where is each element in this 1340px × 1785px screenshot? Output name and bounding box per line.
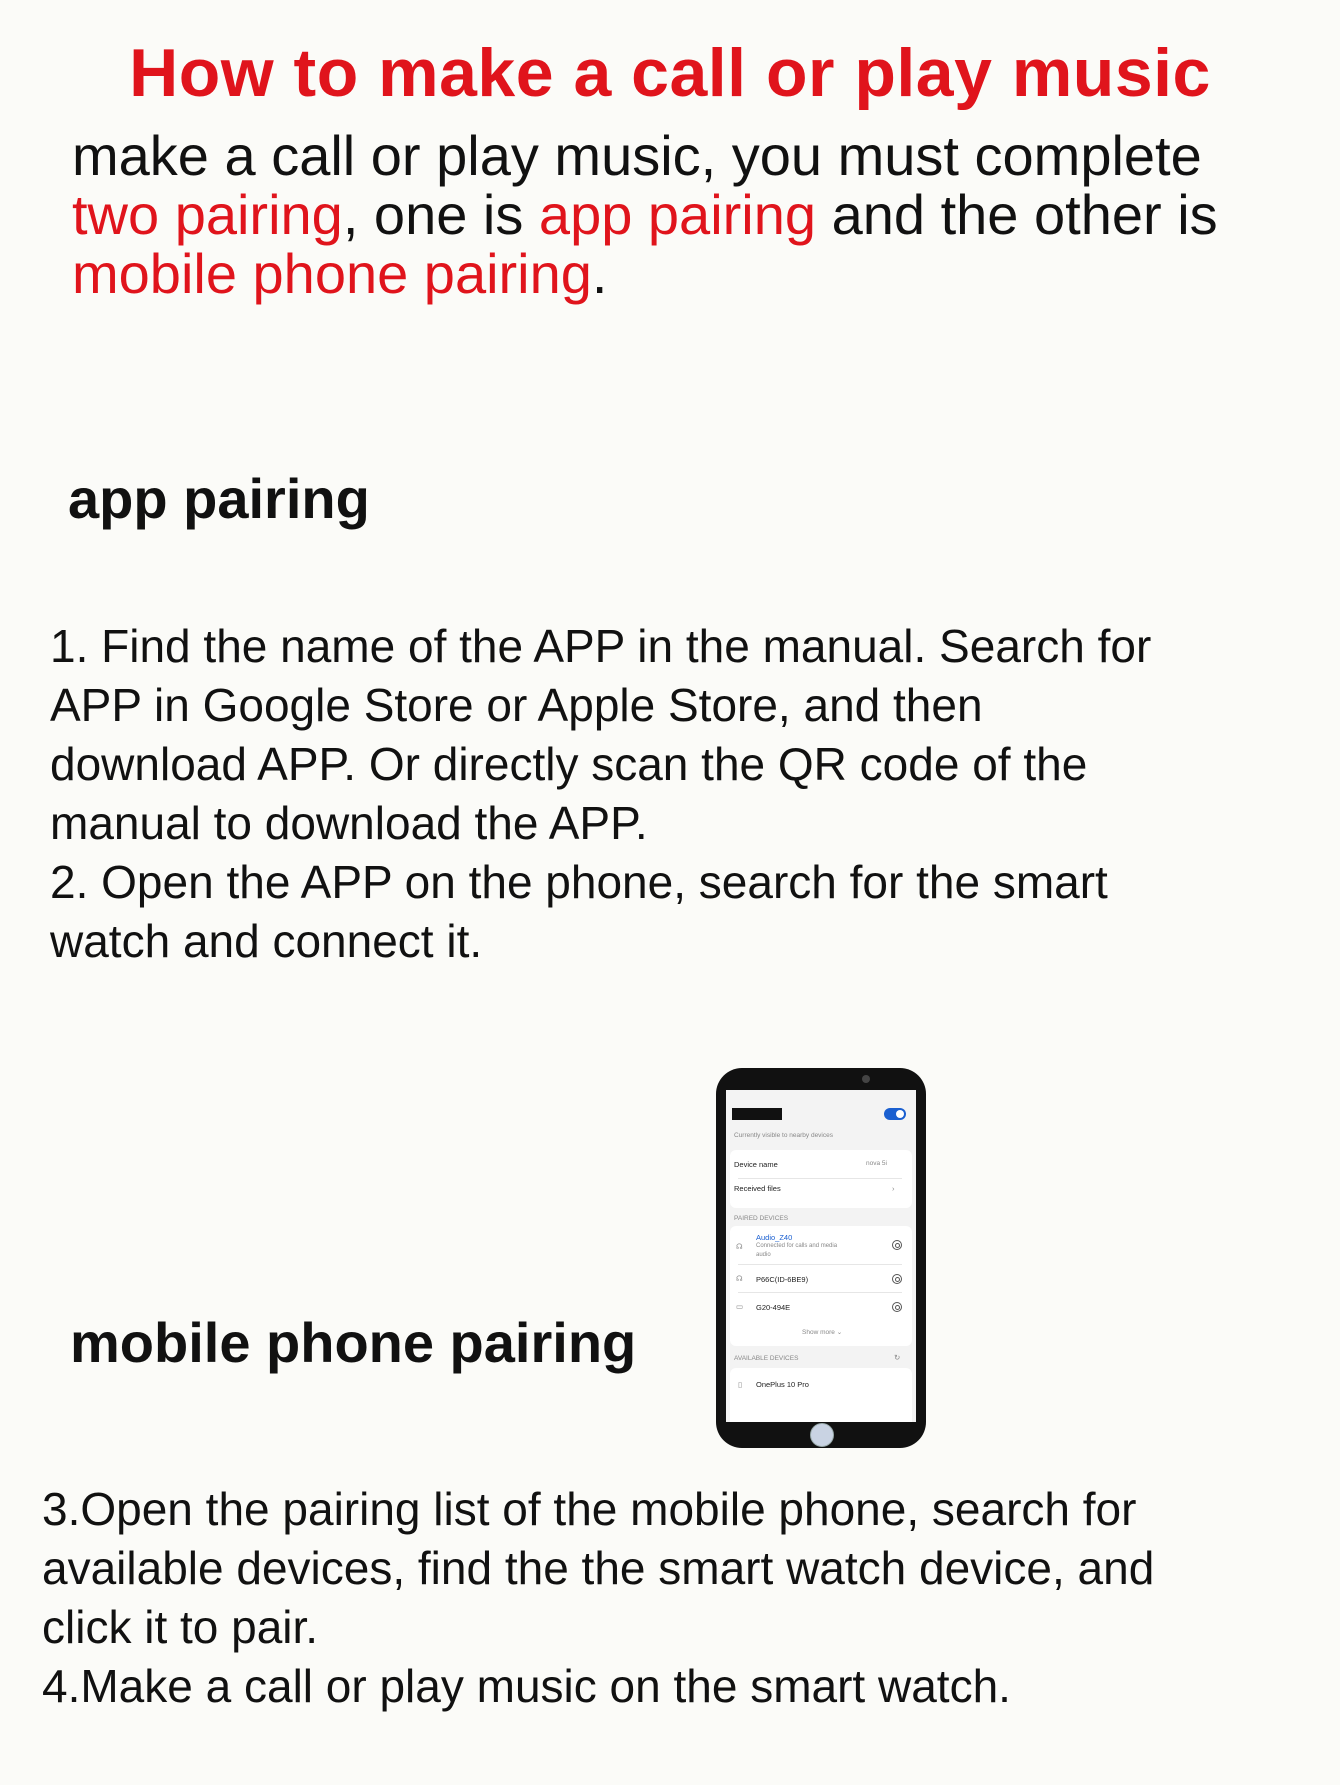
intro-line-3: mobile phone pairing.	[72, 244, 1322, 303]
highlight-mobile-pairing: mobile phone pairing	[72, 242, 592, 305]
phone-camera	[862, 1075, 870, 1083]
step-line: APP in Google Store or Apple Store, and …	[50, 679, 983, 731]
step-line: 4.Make a call or play music on the smart…	[42, 1660, 1011, 1712]
step-line: 2. Open the APP on the phone, search for…	[50, 856, 1108, 908]
gear-icon[interactable]	[892, 1240, 902, 1250]
divider	[738, 1264, 902, 1265]
mobile-pairing-steps: 3.Open the pairing list of the mobile ph…	[42, 1480, 1292, 1716]
divider	[738, 1292, 902, 1293]
phone-screen: Currently visible to nearby devices Devi…	[726, 1090, 916, 1422]
intro-text: and the other is	[816, 183, 1218, 246]
refresh-icon[interactable]: ↻	[894, 1353, 900, 1362]
divider	[738, 1178, 902, 1179]
bluetooth-toggle[interactable]	[884, 1108, 906, 1120]
highlight-app-pairing: app pairing	[538, 183, 817, 246]
intro-text: .	[591, 242, 608, 305]
step-line: 3.Open the pairing list of the mobile ph…	[42, 1483, 1137, 1535]
headphones-icon: ☊	[736, 1274, 743, 1283]
phone-icon: ▯	[738, 1380, 743, 1389]
device-name-value: nova 5i	[866, 1160, 887, 1167]
headphones-icon: ☊	[736, 1242, 743, 1251]
paired-device-name[interactable]: G20-494E	[756, 1303, 790, 1312]
intro-paragraph: make a call or play music, you must comp…	[72, 126, 1322, 303]
highlight-two-pairing: two pairing	[72, 183, 343, 246]
app-pairing-heading: app pairing	[68, 467, 370, 530]
available-device-name[interactable]: OnePlus 10 Pro	[756, 1380, 809, 1389]
intro-line-1: make a call or play music, you must comp…	[72, 124, 1202, 187]
step-line: download APP. Or directly scan the QR co…	[50, 738, 1088, 790]
step-line: 1. Find the name of the APP in the manua…	[50, 620, 1152, 672]
show-more-label: Show more	[802, 1329, 835, 1336]
visibility-note: Currently visible to nearby devices	[734, 1132, 833, 1139]
paired-device-name[interactable]: Audio_Z40	[756, 1233, 792, 1242]
gear-icon[interactable]	[892, 1302, 902, 1312]
paired-device-name[interactable]: P66C(ID-6BE9)	[756, 1275, 808, 1284]
show-more-link[interactable]: Show more ⌄	[802, 1328, 842, 1336]
redacted-bar	[732, 1108, 782, 1120]
intro-text: , one is	[342, 183, 539, 246]
intro-line-2: two pairing, one is app pairing and the …	[72, 185, 1322, 244]
available-devices-card	[730, 1368, 912, 1422]
gear-icon[interactable]	[892, 1274, 902, 1284]
chevron-right-icon: ›	[892, 1184, 895, 1193]
app-pairing-steps: 1. Find the name of the APP in the manua…	[50, 617, 1300, 971]
step-line: click it to pair.	[42, 1601, 319, 1653]
mobile-pairing-heading: mobile phone pairing	[70, 1311, 637, 1374]
paired-device-status: audio	[756, 1252, 771, 1258]
paired-device-status: Connected for calls and media	[756, 1243, 838, 1249]
available-devices-header: AVAILABLE DEVICES	[734, 1355, 799, 1362]
home-button	[810, 1423, 834, 1447]
page-title: How to make a call or play music	[129, 35, 1211, 111]
paired-devices-header: PAIRED DEVICES	[734, 1215, 789, 1222]
settings-card	[730, 1150, 912, 1208]
received-files-label[interactable]: Received files	[734, 1184, 781, 1193]
step-line: manual to download the APP.	[50, 797, 648, 849]
step-line: watch and connect it.	[50, 915, 483, 967]
chevron-down-icon: ⌄	[836, 1329, 843, 1336]
gamepad-icon: ▭	[736, 1302, 744, 1311]
step-line: available devices, find the the smart wa…	[42, 1542, 1155, 1594]
device-name-label[interactable]: Device name	[734, 1160, 778, 1169]
